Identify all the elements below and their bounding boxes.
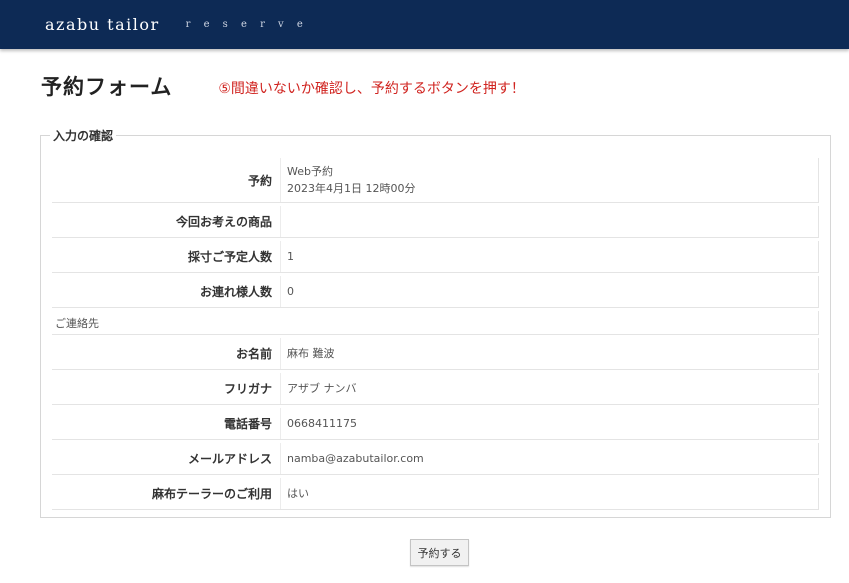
row-value: はい — [287, 487, 309, 500]
row-value: アザブ ナンバ — [287, 382, 357, 395]
reservation-datetime: 2023年4月1日 12時00分 — [287, 182, 416, 195]
row-value: 麻布 難波 — [287, 347, 335, 360]
row-label: 今回お考えの商品 — [52, 206, 281, 237]
row-value — [281, 206, 818, 237]
row-value: namba@azabutailor.com — [287, 452, 424, 465]
row-furigana: フリガナ アザブ ナンバ — [52, 373, 819, 405]
site-header: azabu tailor r e s e r v e — [0, 0, 849, 49]
confirm-legend: 入力の確認 — [50, 127, 117, 144]
row-label: 電話番号 — [52, 408, 281, 439]
confirm-fieldset: 入力の確認 予約 Web予約 2023年4月1日 12時00分 今回お考えの商品… — [40, 127, 831, 518]
row-name: お名前 麻布 難波 — [52, 338, 819, 370]
title-row: 予約フォーム ⑤間違いないか確認し、予約するボタンを押す！ — [41, 71, 525, 101]
row-label: フリガナ — [52, 373, 281, 404]
row-label: 採寸ご予定人数 — [52, 241, 281, 272]
row-measure-count: 採寸ご予定人数 1 — [52, 241, 819, 273]
row-label: お名前 — [52, 338, 281, 369]
row-label: メールアドレス — [52, 443, 281, 474]
page-title: 予約フォーム — [41, 75, 173, 99]
reserve-button[interactable]: 予約する — [410, 539, 469, 566]
row-companion-count: お連れ様人数 0 — [52, 276, 819, 308]
row-value: 1 — [287, 250, 294, 263]
row-email: メールアドレス namba@azabutailor.com — [52, 443, 819, 475]
row-phone: 電話番号 0668411175 — [52, 408, 819, 440]
row-value: Web予約 2023年4月1日 12時00分 — [281, 158, 818, 202]
row-label: 予約 — [52, 158, 281, 202]
row-label: 麻布テーラーのご利用 — [52, 478, 281, 509]
row-product: 今回お考えの商品 — [52, 206, 819, 238]
row-reservation: 予約 Web予約 2023年4月1日 12時00分 — [52, 158, 819, 203]
brand-subtitle: r e s e r v e — [185, 19, 308, 30]
row-usage: 麻布テーラーのご利用 はい — [52, 478, 819, 510]
instruction-text: ⑤間違いないか確認し、予約するボタンを押す！ — [218, 81, 525, 97]
reservation-type: Web予約 — [287, 165, 333, 178]
row-value: 0 — [287, 285, 294, 298]
brand-logo[interactable]: azabu tailor — [45, 15, 160, 34]
row-value: 0668411175 — [287, 417, 357, 430]
row-label: お連れ様人数 — [52, 276, 281, 307]
section-contact: ご連絡先 — [52, 311, 819, 335]
